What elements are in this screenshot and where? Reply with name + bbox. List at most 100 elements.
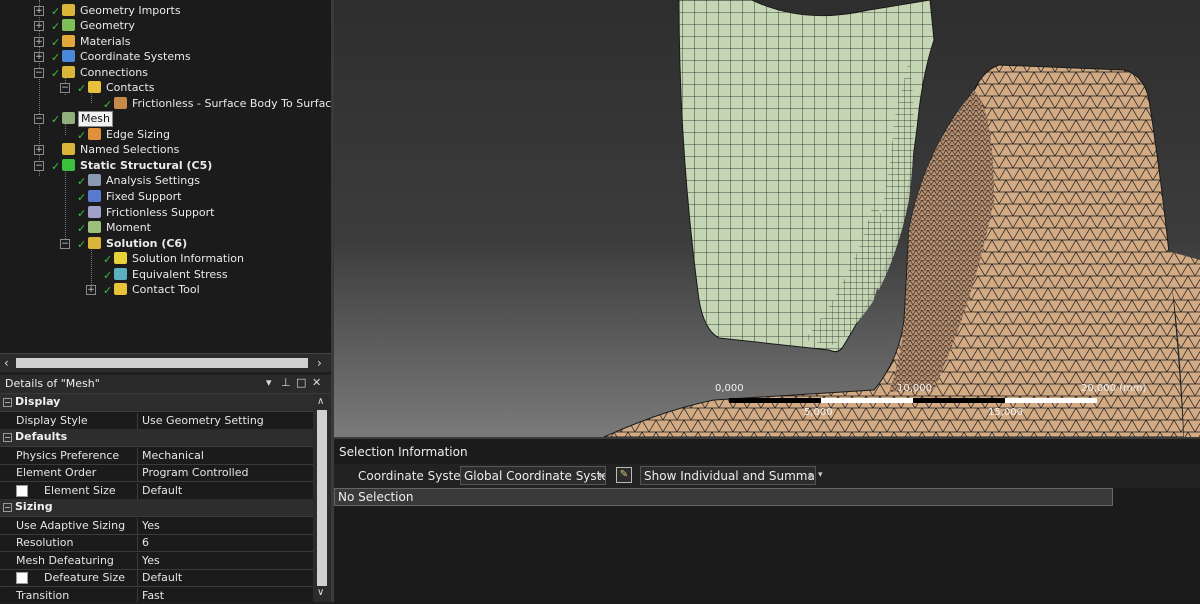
expand-icon[interactable]: + (86, 285, 96, 295)
tree-item-frictionless-support[interactable]: ✓ Frictionless Support (60, 205, 331, 221)
prop-value[interactable]: Program Controlled (142, 465, 248, 480)
panel-menu-icon[interactable]: ▾ (266, 376, 272, 389)
prop-row-mesh-defeaturing[interactable]: Mesh Defeaturing Yes (0, 552, 313, 570)
named-selections-icon (62, 143, 75, 155)
tree-item-analysis-settings[interactable]: ✓ Analysis Settings (60, 173, 331, 189)
prop-name: Resolution (12, 535, 138, 551)
coordinate-system-label: Coordinate System: (358, 469, 477, 483)
selection-information-panel: Selection Information Coordinate System:… (334, 437, 1200, 604)
prop-row-defeature-size[interactable]: Defeature Size Default (0, 569, 313, 587)
mesh-view[interactable] (334, 0, 1200, 437)
group-label: Sizing (15, 500, 53, 513)
equivalent-stress-icon (114, 268, 127, 280)
scrollbar-thumb[interactable] (317, 410, 327, 586)
solution-information-icon (114, 252, 127, 264)
selection-filter-icon[interactable]: ✎ (616, 467, 632, 483)
tree-item-connections[interactable]: − ✓ Connections (34, 65, 331, 81)
tree-item-fixed-support[interactable]: ✓ Fixed Support (60, 189, 331, 205)
scale-label: 15,000 (988, 407, 1023, 418)
expand-icon[interactable]: + (34, 52, 44, 62)
prop-row-element-size[interactable]: Element Size Default (0, 482, 313, 500)
tree-item-geometry-imports[interactable]: + ✓ Geometry Imports (34, 3, 331, 19)
scale-bar (729, 398, 1097, 403)
coordinate-system-select[interactable]: Global Coordinate System ▾ (460, 466, 606, 485)
prop-value[interactable]: Mechanical (142, 448, 204, 463)
tree-item-label: Contacts (106, 81, 155, 94)
prop-row-use-adaptive-sizing[interactable]: Use Adaptive Sizing Yes (0, 517, 313, 535)
collapse-icon[interactable]: − (3, 503, 12, 512)
graphics-viewport[interactable]: 0,000 10,000 20,000 (mm) 5,000 15,000 (334, 0, 1200, 437)
tree-item-geometry[interactable]: + ✓ Geometry (34, 18, 331, 34)
scroll-left-icon[interactable]: ‹ (4, 356, 9, 370)
prop-value[interactable]: 6 (142, 535, 149, 550)
tree-item-frictionless-contact[interactable]: ✓ Frictionless - Surface Body To Surface… (86, 96, 331, 112)
moment-icon (88, 221, 101, 233)
details-panel-header: Details of "Mesh" ▾ ⊥ □ ✕ (0, 375, 331, 394)
show-mode-select[interactable]: Show Individual and Summary ▾ (640, 466, 816, 485)
prop-value[interactable]: Default (142, 570, 182, 585)
scroll-right-icon[interactable]: › (317, 356, 322, 370)
maximize-icon[interactable]: □ (296, 376, 306, 389)
fixed-support-icon (88, 190, 101, 202)
collapse-icon[interactable]: − (3, 433, 12, 442)
details-vertical-scrollbar[interactable]: ∧ ∨ (313, 394, 331, 602)
prop-row-element-order[interactable]: Element Order Program Controlled (0, 464, 313, 482)
coordinate-system-value: Global Coordinate System (464, 469, 606, 483)
tree-item-edge-sizing[interactable]: ✓ Edge Sizing (60, 127, 331, 143)
selection-grid: No Selection (334, 488, 1113, 506)
tree-item-materials[interactable]: + ✓ Materials (34, 34, 331, 50)
prop-row-resolution[interactable]: Resolution 6 (0, 534, 313, 552)
scrollbar-thumb[interactable] (16, 358, 308, 368)
tree-item-label: Contact Tool (132, 283, 200, 296)
group-defaults[interactable]: − Defaults (0, 429, 313, 447)
tree-item-solution-information[interactable]: ✓ Solution Information (86, 251, 331, 267)
tree-horizontal-scrollbar[interactable]: ‹ › (0, 353, 331, 372)
prop-value[interactable]: Fast (142, 588, 164, 602)
pin-icon[interactable]: ⊥ (281, 376, 291, 389)
geometry-imports-icon (62, 4, 75, 16)
group-sizing[interactable]: − Sizing (0, 499, 313, 517)
prop-row-display-style[interactable]: Display Style Use Geometry Setting (0, 412, 313, 430)
prop-row-physics-preference[interactable]: Physics Preference Mechanical (0, 447, 313, 465)
tree-item-moment[interactable]: ✓ Moment (60, 220, 331, 236)
frictionless-support-icon (88, 206, 101, 218)
collapse-icon[interactable]: − (34, 68, 44, 78)
expand-icon[interactable]: + (34, 21, 44, 31)
collapse-icon[interactable]: − (34, 161, 44, 171)
scale-label: 10,000 (897, 383, 932, 394)
tree-item-contacts[interactable]: − ✓ Contacts (60, 80, 331, 96)
check-icon: ✓ (103, 284, 113, 297)
parameter-checkbox[interactable] (16, 572, 28, 584)
collapse-icon[interactable]: − (3, 398, 12, 407)
tree-item-label: Materials (80, 35, 131, 48)
prop-value[interactable]: Yes (142, 553, 160, 568)
expand-icon[interactable]: + (34, 37, 44, 47)
tree-item-static-structural[interactable]: − ✓ Static Structural (C5) (34, 158, 331, 174)
group-display[interactable]: − Display (0, 394, 313, 412)
tree-item-mesh[interactable]: − ✓ Mesh (34, 111, 331, 127)
tree-item-solution[interactable]: − ✓ Solution (C6) (60, 236, 331, 252)
prop-value[interactable]: Use Geometry Setting (142, 413, 264, 428)
prop-value[interactable]: Yes (142, 518, 160, 533)
static-structural-icon (62, 159, 75, 171)
expand-icon[interactable]: + (34, 145, 44, 155)
collapse-icon[interactable]: − (60, 239, 70, 249)
prop-name: Element Order (12, 465, 138, 481)
tree-item-equivalent-stress[interactable]: ✓ Equivalent Stress (86, 267, 331, 283)
prop-name: Element Size (12, 483, 138, 499)
tree-item-label: Frictionless - Surface Body To Surface B… (132, 97, 331, 110)
collapse-icon[interactable]: − (34, 114, 44, 124)
toolbar-overflow-icon[interactable]: ▾ (818, 470, 823, 480)
tree-item-named-selections[interactable]: + Named Selections (34, 142, 331, 158)
tree-item-contact-tool[interactable]: + ✓ Contact Tool (86, 282, 331, 298)
scroll-down-icon[interactable]: ∨ (317, 587, 324, 598)
prop-value[interactable]: Default (142, 483, 182, 498)
expand-icon[interactable]: + (34, 6, 44, 16)
tree-item-label: Analysis Settings (106, 174, 200, 187)
prop-row-transition[interactable]: Transition Fast (0, 587, 313, 602)
scroll-up-icon[interactable]: ∧ (317, 396, 324, 407)
tree-item-coordinate-systems[interactable]: + ✓ Coordinate Systems (34, 49, 331, 65)
close-icon[interactable]: ✕ (312, 376, 321, 389)
parameter-checkbox[interactable] (16, 485, 28, 497)
collapse-icon[interactable]: − (60, 83, 70, 93)
